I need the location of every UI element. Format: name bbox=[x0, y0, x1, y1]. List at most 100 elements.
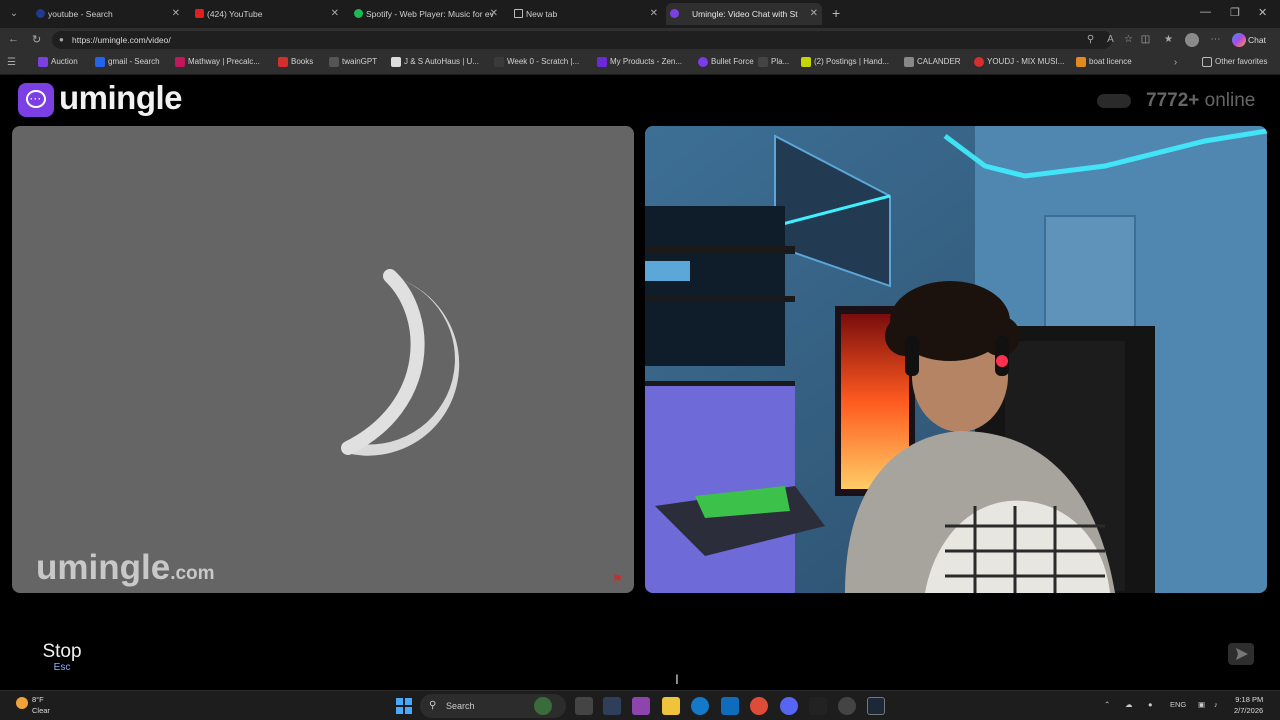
report-flag-icon[interactable]: ⚑ bbox=[612, 572, 628, 586]
task-view-icon[interactable] bbox=[575, 697, 593, 715]
address-toolbar: ← ↻ ● https://umingle.com/video/ ⚲ A ☆ ◫… bbox=[0, 28, 1280, 52]
bookmark-mathway[interactable]: Mathway | Precalc... bbox=[175, 57, 260, 67]
bookmark-other-favorites[interactable]: Other favorites bbox=[1202, 57, 1268, 67]
bookmark-label: Mathway | Precalc... bbox=[188, 57, 260, 66]
outlook-icon[interactable] bbox=[721, 697, 739, 715]
tray-chevron-icon[interactable]: ⌃ bbox=[1104, 700, 1110, 709]
send-arrow-icon bbox=[1236, 648, 1248, 660]
tab-actions-icon[interactable]: ⌄ bbox=[6, 6, 22, 22]
tab-youtube[interactable]: (424) YouTube ✕ bbox=[193, 3, 343, 25]
settings-gear-icon[interactable] bbox=[838, 697, 856, 715]
bookmark-postings[interactable]: (2) Postings | Hand... bbox=[801, 57, 889, 67]
network-icon[interactable]: ▣ bbox=[1198, 700, 1205, 709]
favorites-icon[interactable]: ★ bbox=[1163, 34, 1174, 45]
bookmark-favicon-icon bbox=[904, 57, 914, 67]
bookmark-books[interactable]: Books bbox=[278, 57, 313, 67]
tab-strip: ⌄ youtube - Search ✕ (424) YouTube ✕ Spo… bbox=[0, 0, 1280, 28]
bookmark-favicon-icon bbox=[597, 57, 607, 67]
bookmark-twaingpt[interactable]: twainGPT bbox=[329, 57, 377, 67]
steam-icon[interactable] bbox=[867, 697, 885, 715]
cloud-icon[interactable]: ☁ bbox=[1125, 700, 1133, 709]
search-label: Search bbox=[446, 701, 475, 711]
clock-date: 2/7/2026 bbox=[1234, 706, 1264, 715]
copilot-icon bbox=[1232, 33, 1246, 47]
bookmark-label: Other favorites bbox=[1215, 57, 1268, 66]
umingle-logo-icon[interactable]: ··· bbox=[18, 83, 54, 117]
bookmark-youdj[interactable]: YOUDJ - MIX MUSI... bbox=[974, 57, 1064, 67]
youtube-favicon-icon bbox=[195, 9, 204, 18]
bookmark-favicon-icon bbox=[38, 57, 48, 67]
close-tab-icon[interactable]: ✕ bbox=[331, 3, 339, 25]
bookmark-favicon-icon bbox=[758, 57, 768, 67]
microphone-icon[interactable]: ● bbox=[1148, 700, 1153, 709]
address-bar[interactable]: ● https://umingle.com/video/ bbox=[52, 31, 1112, 49]
close-tab-icon[interactable]: ✕ bbox=[650, 3, 658, 25]
site-brand[interactable]: umingle bbox=[59, 79, 183, 117]
tab-youtube-search[interactable]: youtube - Search ✕ bbox=[34, 3, 184, 25]
taskbar: 8°F Clear ⚲ Search ⌃ ☁ ● ENG ▣ ♪ 9:18 PM… bbox=[0, 690, 1280, 720]
bookmark-pla[interactable]: Pla... bbox=[758, 57, 789, 67]
bookmarks-bar: ☰ Auction gmail - Search Mathway | Preca… bbox=[0, 52, 1280, 75]
bookmark-boat-licence[interactable]: boat licence bbox=[1076, 57, 1132, 67]
bookmark-favicon-icon bbox=[494, 57, 504, 67]
discord-icon[interactable] bbox=[780, 697, 798, 715]
favorite-star-icon[interactable]: ☆ bbox=[1123, 34, 1134, 45]
bookmark-bullet-force[interactable]: Bullet Force bbox=[698, 57, 754, 67]
tab-title: Spotify - Web Player: Music for ev bbox=[366, 9, 494, 19]
close-window-icon[interactable]: ✕ bbox=[1258, 6, 1267, 19]
game-controller-icon[interactable] bbox=[809, 697, 827, 715]
minimize-icon[interactable]: — bbox=[1200, 6, 1211, 18]
read-aloud-icon[interactable]: A bbox=[1105, 34, 1116, 45]
bookmark-label: My Products - Zen... bbox=[610, 57, 683, 66]
weather-widget[interactable]: 8°F Clear bbox=[16, 694, 56, 718]
language-indicator[interactable]: ENG bbox=[1170, 700, 1186, 709]
new-tab-button[interactable]: + bbox=[832, 5, 840, 21]
chevron-right-icon[interactable]: › bbox=[1170, 57, 1181, 68]
copilot-chat-button[interactable]: Chat bbox=[1232, 31, 1266, 49]
edge-browser-icon[interactable] bbox=[691, 697, 709, 715]
close-tab-icon[interactable]: ✕ bbox=[810, 3, 818, 25]
theme-toggle[interactable] bbox=[1097, 94, 1131, 108]
bookmark-zen[interactable]: My Products - Zen... bbox=[597, 57, 683, 67]
bookmark-scratch[interactable]: Week 0 - Scratch |... bbox=[494, 57, 579, 67]
chrome-icon[interactable] bbox=[750, 697, 768, 715]
weather-desc: Clear bbox=[32, 706, 50, 715]
bookmark-label: gmail - Search bbox=[108, 57, 160, 66]
refresh-icon[interactable]: ↻ bbox=[32, 33, 41, 46]
folder-icon bbox=[1202, 57, 1212, 67]
close-tab-icon[interactable]: ✕ bbox=[490, 3, 498, 25]
copilot-app-icon[interactable] bbox=[632, 697, 650, 715]
tab-spotify[interactable]: Spotify - Web Player: Music for ev ✕ bbox=[352, 3, 502, 25]
bookmark-favicon-icon bbox=[329, 57, 339, 67]
zoom-icon[interactable]: ⚲ bbox=[1085, 34, 1096, 45]
bookmark-gmail-search[interactable]: gmail - Search bbox=[95, 57, 160, 67]
stop-button[interactable]: Stop Esc bbox=[12, 617, 112, 685]
search-favicon-icon bbox=[36, 9, 45, 18]
profile-avatar[interactable] bbox=[1185, 33, 1199, 47]
more-options-icon[interactable]: ⋯ bbox=[1210, 34, 1221, 45]
bookmark-label: Bullet Force bbox=[711, 57, 754, 66]
stop-shortcut: Esc bbox=[53, 662, 71, 673]
chat-message-input[interactable] bbox=[117, 617, 1227, 685]
bookmark-label: CALANDER bbox=[917, 57, 961, 66]
calendar-app-icon[interactable] bbox=[603, 697, 621, 715]
stranger-video: umingle.com ⚑ bbox=[12, 126, 634, 593]
volume-icon[interactable]: ♪ bbox=[1214, 700, 1218, 709]
system-clock[interactable]: 9:18 PM 2/7/2026 bbox=[1234, 694, 1263, 716]
file-explorer-icon[interactable] bbox=[662, 697, 680, 715]
tab-new-tab[interactable]: New tab ✕ bbox=[512, 3, 662, 25]
bookmark-auction[interactable]: Auction bbox=[38, 57, 78, 67]
back-icon[interactable]: ← bbox=[8, 33, 19, 45]
close-tab-icon[interactable]: ✕ bbox=[172, 3, 180, 25]
send-button[interactable] bbox=[1228, 643, 1254, 665]
bookmark-favicon-icon bbox=[391, 57, 401, 67]
start-windows-icon[interactable] bbox=[396, 698, 412, 714]
widgets-icon[interactable] bbox=[534, 697, 552, 715]
tab-umingle[interactable]: Umingle: Video Chat with St ✕ bbox=[666, 3, 822, 25]
split-screen-icon[interactable]: ◫ bbox=[1140, 34, 1151, 45]
bookmark-calander[interactable]: CALANDER bbox=[904, 57, 961, 67]
bookmark-js-autohaus[interactable]: J & S AutoHaus | U... bbox=[391, 57, 479, 67]
bookmarks-menu-icon[interactable]: ☰ bbox=[6, 57, 17, 68]
restore-icon[interactable]: ❐ bbox=[1230, 6, 1240, 19]
spotify-favicon-icon bbox=[354, 9, 363, 18]
